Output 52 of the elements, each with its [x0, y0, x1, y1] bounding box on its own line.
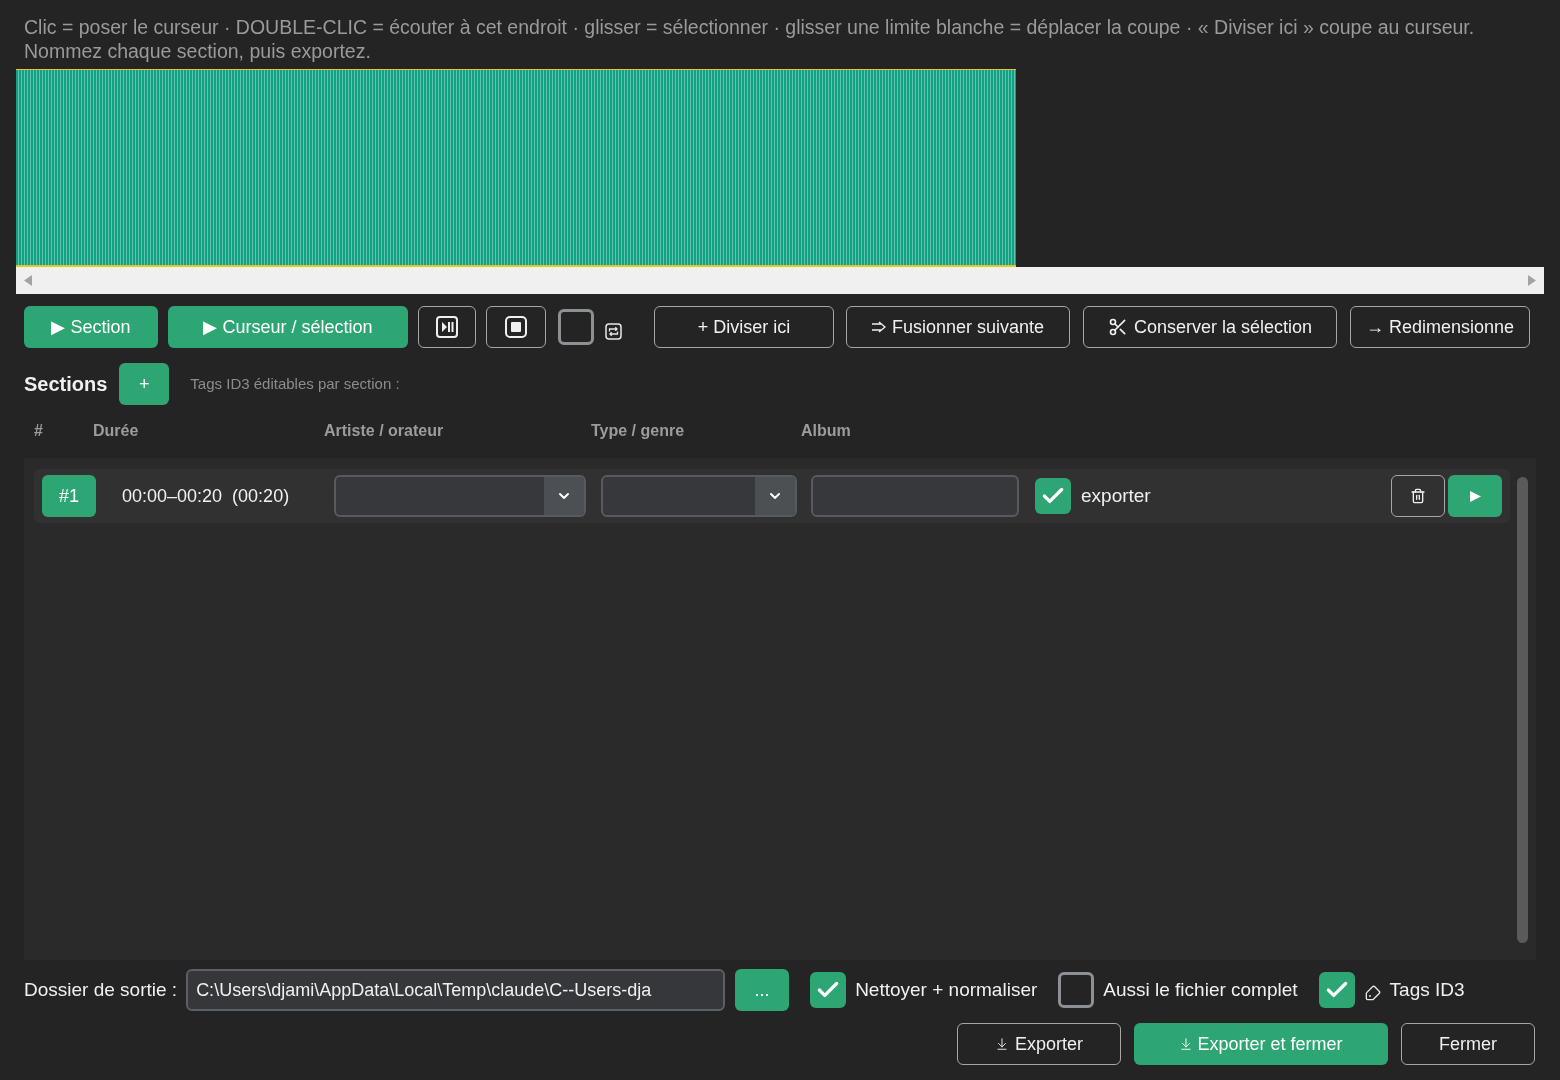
repeat-icon — [605, 322, 622, 340]
output-folder-label: Dossier de sortie : — [24, 977, 178, 1002]
instruction-text: Nommez chaque section, puis exportez. — [24, 39, 371, 63]
action-button[interactable]: Exporter — [957, 1023, 1121, 1065]
checkbox[interactable] — [1058, 972, 1095, 1008]
merge-button[interactable]: Fusionner suivante — [846, 306, 1070, 348]
id3-hint: Tags ID3 éditables par section : — [190, 373, 400, 394]
right-arrow-icon[interactable] — [1528, 275, 1536, 286]
vertical-scrollbar[interactable] — [1517, 477, 1528, 943]
dropdown-button[interactable] — [755, 477, 795, 515]
double-arrow-icon — [871, 321, 886, 333]
play-pause-button[interactable] — [418, 306, 476, 348]
checkbox[interactable] — [558, 309, 594, 345]
dropdown-button[interactable] — [544, 477, 584, 515]
column-header: Album — [801, 422, 851, 439]
download-icon — [1179, 1035, 1194, 1053]
tag-icon — [1364, 985, 1381, 1001]
column-header: # — [34, 422, 43, 439]
genre-select[interactable] — [601, 475, 797, 517]
column-header: Artiste / orateur — [324, 422, 444, 439]
section-number: #1 — [42, 475, 96, 517]
sections-title: Sections — [24, 372, 108, 397]
waveform[interactable] — [16, 69, 1016, 267]
duration-text: 00:00–00:20 (00:20) — [122, 485, 290, 506]
option-label: Tags ID3 — [1389, 977, 1465, 1002]
instruction-text: Clic = poser le curseur · DOUBLE-CLIC = écouter à cet endroit · glisser = sélectionner · glisser une limite blanche = déplacer la coupe · « Diviser ici » coupe au curseur. — [24, 15, 1475, 39]
horizontal-scrollbar[interactable] — [16, 267, 1544, 294]
column-header: Type / genre — [591, 422, 685, 439]
checkbox[interactable] — [810, 972, 847, 1008]
download-icon — [995, 1035, 1009, 1053]
stop-icon — [505, 316, 527, 338]
option-label: Aussi le fichier complet — [1103, 977, 1298, 1002]
output-path-field[interactable]: C:\Users\djami\AppData\Local\Temp\claude\C--Users-dja — [186, 969, 726, 1011]
left-arrow-icon[interactable] — [24, 275, 32, 286]
play-pause-icon — [436, 316, 458, 338]
export-label: exporter — [1081, 483, 1151, 508]
option-label: Nettoyer + normaliser — [855, 977, 1038, 1002]
checkbox[interactable] — [1035, 478, 1071, 514]
album-input[interactable] — [811, 475, 1019, 517]
delete-button[interactable] — [1391, 475, 1445, 517]
keep-selection-button[interactable]: Conserver la sélection — [1083, 306, 1337, 348]
column-header: Durée — [93, 422, 139, 439]
trash-icon — [1410, 488, 1426, 504]
resize-button[interactable]: → Redimensionne — [1350, 306, 1530, 348]
play-icon — [1469, 490, 1481, 502]
checkbox[interactable] — [1318, 972, 1355, 1008]
stop-button[interactable] — [486, 306, 546, 348]
action-button[interactable]: Fermer — [1401, 1023, 1535, 1065]
artist-select[interactable] — [334, 475, 586, 517]
scissors-icon — [1107, 317, 1128, 337]
play-button[interactable] — [1448, 475, 1502, 517]
split-button[interactable]: + Diviser ici — [654, 306, 834, 348]
